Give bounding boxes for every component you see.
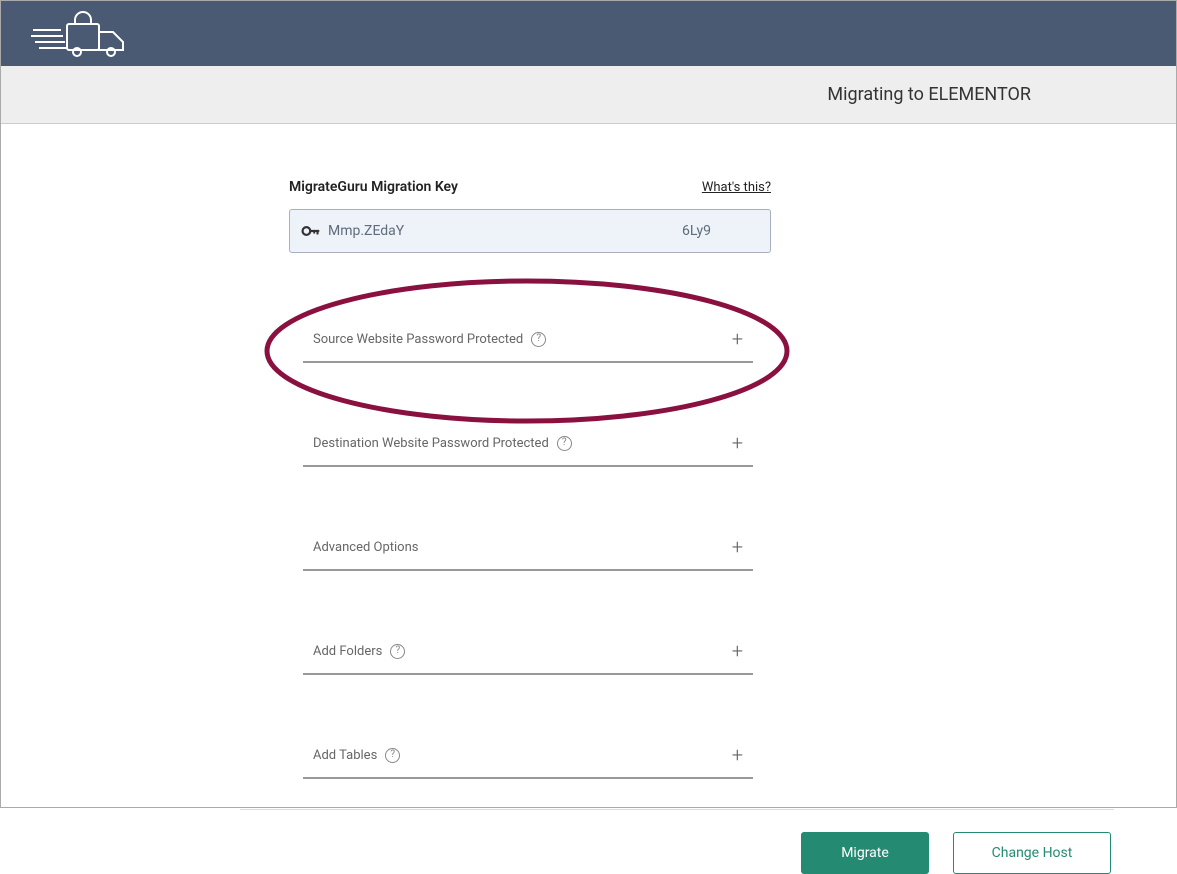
accordion-source-password[interactable]: Source Website Password Protected ? + <box>303 309 753 363</box>
expand-icon: + <box>732 639 743 663</box>
accordion-add-tables[interactable]: Add Tables ? + <box>303 725 753 779</box>
expand-icon: + <box>732 535 743 559</box>
accordion-label-text: Add Folders <box>313 644 382 659</box>
sub-bar: Migrating to ELEMENTOR <box>1 66 1176 124</box>
help-icon[interactable]: ? <box>557 436 572 451</box>
accordion-label-text: Advanced Options <box>313 540 418 555</box>
accordion-destination-password[interactable]: Destination Website Password Protected ?… <box>303 413 753 467</box>
expand-icon: + <box>732 431 743 455</box>
app-logo <box>31 10 141 58</box>
migration-key-label: MigrateGuru Migration Key <box>289 179 458 195</box>
key-icon <box>300 220 322 242</box>
accordion-label-text: Add Tables <box>313 748 377 763</box>
accordion-add-folders[interactable]: Add Folders ? + <box>303 621 753 675</box>
accordion-advanced-options[interactable]: Advanced Options + <box>303 517 753 571</box>
migration-key-input-wrap <box>289 209 771 253</box>
accordion-section: Source Website Password Protected ? + De… <box>303 309 753 779</box>
top-bar <box>1 1 1176 66</box>
expand-icon: + <box>732 743 743 767</box>
help-icon[interactable]: ? <box>385 748 400 763</box>
accordion-label-text: Source Website Password Protected <box>313 332 523 347</box>
migration-key-input[interactable] <box>328 223 760 239</box>
change-host-button[interactable]: Change Host <box>953 832 1111 874</box>
expand-icon: + <box>732 327 743 351</box>
destination-title: Migrating to ELEMENTOR <box>827 84 1031 105</box>
buttons-row: Migrate Change Host <box>1 810 1176 874</box>
help-icon[interactable]: ? <box>531 332 546 347</box>
migrate-button[interactable]: Migrate <box>801 832 929 874</box>
main-area: MigrateGuru Migration Key What's this? S… <box>1 124 1176 874</box>
whats-this-link[interactable]: What's this? <box>702 180 771 195</box>
accordion-label-text: Destination Website Password Protected <box>313 436 549 451</box>
help-icon[interactable]: ? <box>390 644 405 659</box>
migration-key-section: MigrateGuru Migration Key What's this? <box>289 179 771 253</box>
